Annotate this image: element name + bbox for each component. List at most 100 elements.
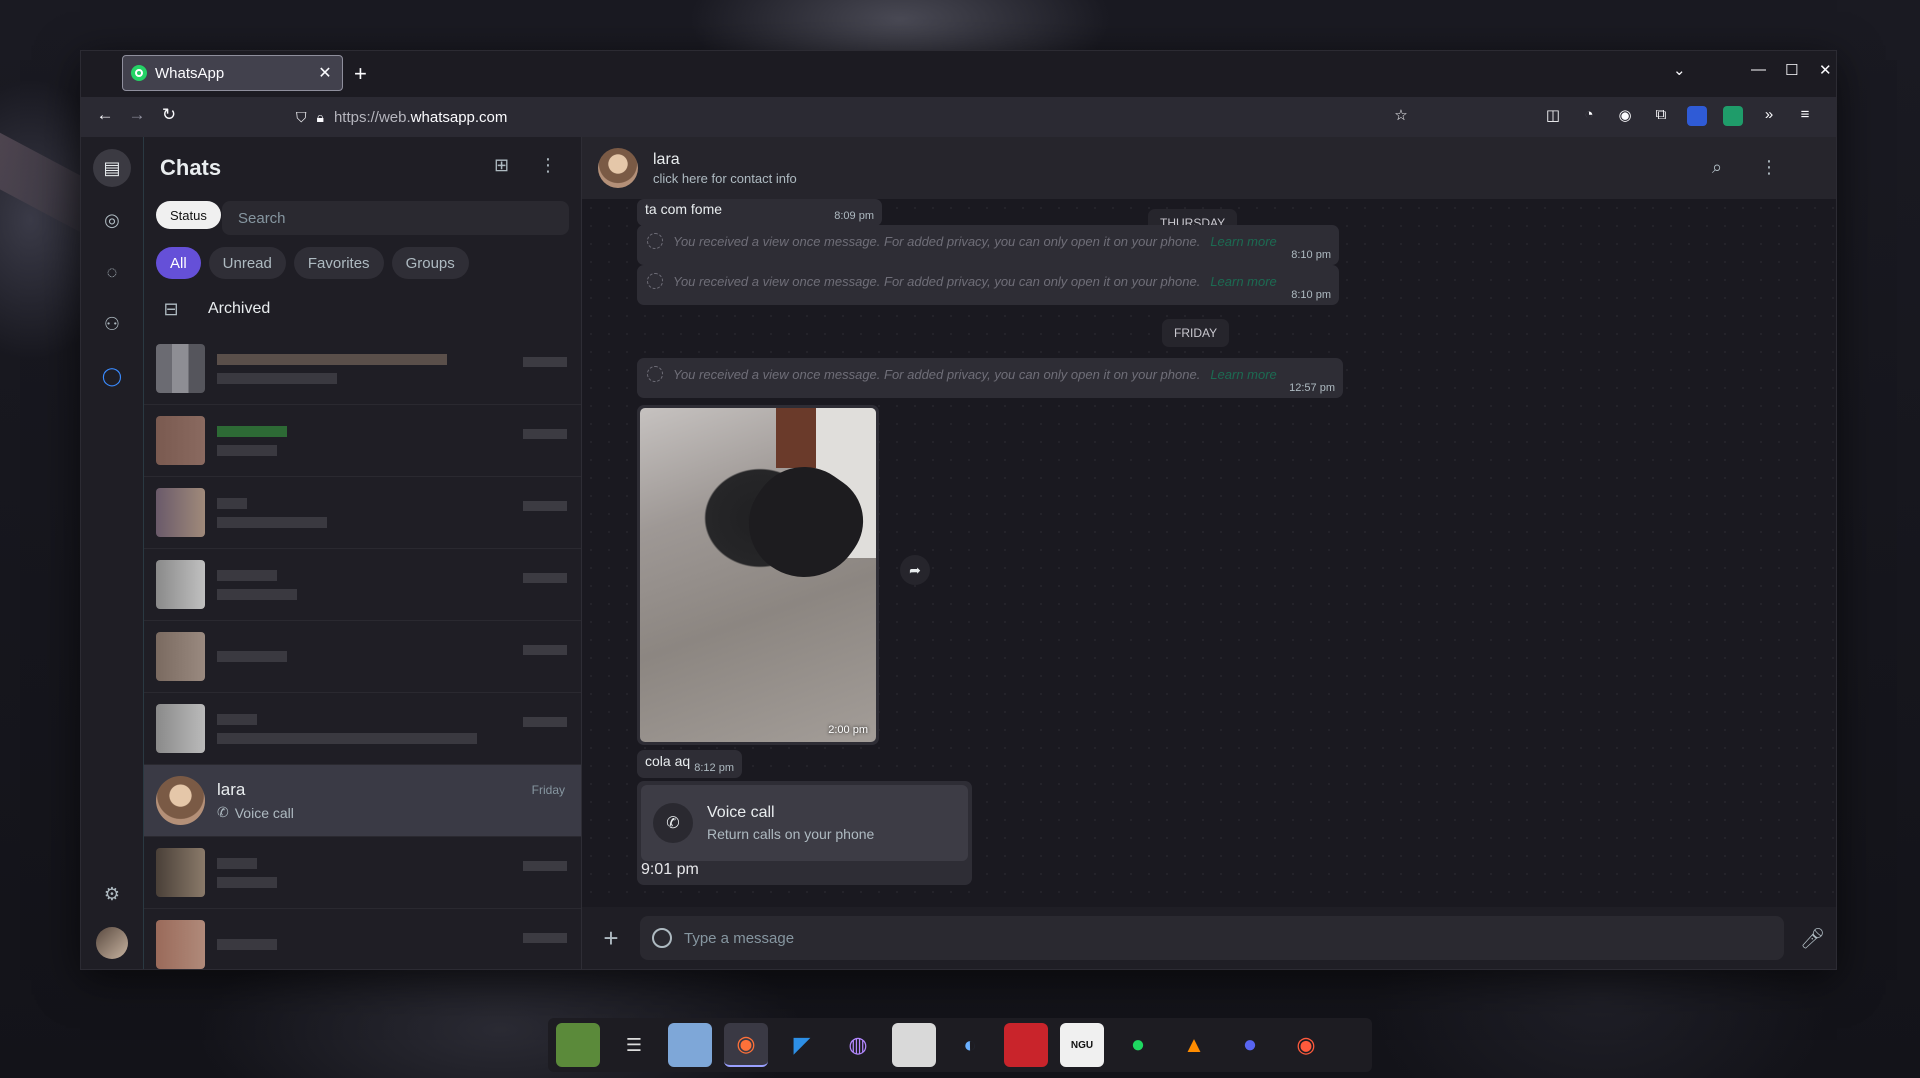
menu-icon[interactable]: ≡ — [1795, 106, 1815, 126]
chat-name: lara — [217, 780, 246, 799]
chat-row-redacted[interactable] — [144, 333, 581, 405]
learn-more-link[interactable]: Learn more — [1210, 367, 1276, 382]
chat-row-redacted[interactable] — [144, 693, 581, 765]
maximize-button[interactable]: ☐ — [1785, 61, 1798, 79]
minimize-button[interactable]: — — [1751, 61, 1766, 78]
chat-row-redacted[interactable] — [144, 621, 581, 693]
attach-icon[interactable]: + — [598, 923, 624, 954]
steam-icon[interactable]: ◐ — [948, 1023, 992, 1067]
new-tab-button[interactable]: + — [354, 61, 367, 87]
firefox-icon[interactable]: ◉ — [724, 1023, 768, 1067]
chat-row-redacted[interactable] — [144, 909, 581, 969]
dog-photo[interactable]: 2:00 pm — [640, 408, 876, 742]
microphone-icon[interactable]: 🎤︎ — [1800, 926, 1825, 951]
conversation-menu-icon[interactable]: ⋮ — [1760, 157, 1778, 178]
close-window-button[interactable]: ✕ — [1819, 61, 1832, 79]
filter-unread[interactable]: Unread — [208, 247, 286, 279]
search-messages-icon[interactable]: ⌕ — [1712, 157, 1722, 178]
profile-avatar[interactable] — [96, 927, 128, 959]
archived-row[interactable]: ⊟ Archived — [144, 285, 581, 333]
status-tooltip: Status — [156, 201, 221, 229]
view-once-icon — [647, 273, 663, 289]
settings-icon[interactable]: ⚙ — [93, 875, 131, 913]
close-tab-icon[interactable]: ✕ — [316, 63, 334, 83]
archive-icon: ⊟ — [163, 298, 179, 319]
archived-label: Archived — [208, 300, 271, 317]
tracking-shield-icon[interactable]: ⛉ — [296, 109, 307, 126]
filter-chips: All Unread Favorites Groups — [144, 239, 581, 279]
ngu-icon[interactable]: NGU — [1060, 1023, 1104, 1067]
mega-icon[interactable] — [1004, 1023, 1048, 1067]
chat-row-redacted[interactable] — [144, 549, 581, 621]
communities-icon[interactable]: ⚇ — [93, 305, 131, 343]
forward-icon[interactable]: → — [125, 105, 149, 125]
account-icon[interactable]: ◉ — [1615, 106, 1635, 126]
redacted-text — [217, 425, 287, 437]
list-tabs-button[interactable]: ⌄ — [1673, 61, 1686, 79]
day-separator: FRIDAY — [1162, 319, 1230, 347]
arc-icon[interactable]: ▲ — [1172, 1023, 1216, 1067]
lock-icon[interactable]: 🔒︎ — [317, 109, 324, 126]
missed-call-icon: ✆ — [653, 803, 693, 843]
emoji-icon[interactable] — [652, 928, 672, 948]
status-icon[interactable]: ◎ — [93, 201, 131, 239]
chat-row-redacted[interactable] — [144, 405, 581, 477]
taskbar: ☰ ◉ ◤ ◍ ◐ NGU ● ▲ ● ◉ — [548, 1018, 1372, 1072]
search-input[interactable]: Search — [222, 201, 569, 235]
history-icon[interactable]: ◔ — [1579, 106, 1599, 126]
firefox-dev-icon[interactable]: ◉ — [1284, 1023, 1328, 1067]
back-icon[interactable]: ← — [93, 105, 117, 125]
message-time: 2:00 pm — [828, 724, 868, 736]
sidebar-title: Chats — [160, 155, 222, 180]
nav-bar: ← → ↻ ⛉ 🔒︎ https://web.whatsapp.com ☆ ◫ … — [81, 97, 1836, 137]
tab-whatsapp[interactable]: WhatsApp ✕ — [122, 55, 343, 91]
chat-list: lara ✆ Voice call Friday — [144, 333, 581, 969]
message-input[interactable]: Type a message — [640, 916, 1784, 960]
conversation-header[interactable]: lara click here for contact info ⌕ ⋮ — [582, 137, 1836, 199]
image-message[interactable]: 2:00 pm — [637, 405, 879, 745]
redacted-text — [217, 588, 297, 600]
chat-row-redacted[interactable] — [144, 477, 581, 549]
message-bubble: ta com fome 8:09 pm — [637, 199, 882, 226]
forward-icon[interactable]: ➦ — [900, 555, 930, 585]
view-once-text: You received a view once message. For ad… — [673, 366, 1201, 382]
tab-title: WhatsApp — [155, 64, 225, 82]
chat-row-lara[interactable]: lara ✆ Voice call Friday — [144, 765, 581, 837]
url-bar[interactable]: ⛉ 🔒︎ https://web.whatsapp.com — [296, 102, 1431, 132]
filter-all[interactable]: All — [156, 247, 201, 279]
view-once-icon — [647, 366, 663, 382]
filter-favorites[interactable]: Favorites — [293, 247, 384, 279]
github-icon[interactable]: ◍ — [836, 1023, 880, 1067]
spotify-icon[interactable]: ● — [1116, 1023, 1160, 1067]
chat-row-redacted[interactable] — [144, 837, 581, 909]
channels-icon[interactable]: ◌ — [93, 253, 131, 291]
extension-green-icon[interactable] — [1723, 106, 1743, 126]
meta-ai-icon[interactable]: ◯ — [93, 357, 131, 395]
message-time: 8:09 pm — [834, 210, 874, 222]
new-chat-icon[interactable]: ⊞ — [494, 155, 509, 176]
extension-blue-icon[interactable] — [1687, 106, 1707, 126]
voice-call-message[interactable]: ✆ Voice call Return calls on your phone … — [637, 781, 972, 885]
redacted-text — [217, 569, 277, 581]
reload-icon[interactable]: ↻ — [157, 105, 181, 125]
overflow-chevron-icon[interactable]: » — [1759, 106, 1779, 126]
chat-sidebar: Chats ⊞ ⋮ Status Search All Unread Favor… — [144, 137, 582, 969]
chats-icon[interactable]: ▤ — [93, 149, 131, 187]
learn-more-link[interactable]: Learn more — [1210, 274, 1276, 289]
filter-groups[interactable]: Groups — [391, 247, 469, 279]
learn-more-link[interactable]: Learn more — [1210, 234, 1276, 249]
settings-icon[interactable]: ☰ — [612, 1023, 656, 1067]
url-text[interactable]: https://web.whatsapp.com — [334, 109, 507, 126]
calculator-icon[interactable] — [892, 1023, 936, 1067]
discord-icon[interactable]: ● — [1228, 1023, 1272, 1067]
extensions-icon[interactable]: ⧉ — [1651, 106, 1671, 126]
vscode-icon[interactable]: ◤ — [780, 1023, 824, 1067]
files-icon[interactable] — [668, 1023, 712, 1067]
bookmark-star-icon[interactable]: ☆ — [1391, 106, 1411, 126]
pocket-icon[interactable]: ◫ — [1543, 106, 1563, 126]
redacted-text — [217, 444, 277, 456]
sidebar-menu-icon[interactable]: ⋮ — [539, 155, 557, 176]
minecraft-icon[interactable] — [556, 1023, 600, 1067]
sidebar-header: Chats ⊞ ⋮ — [144, 137, 581, 199]
contact-avatar[interactable] — [598, 148, 638, 188]
